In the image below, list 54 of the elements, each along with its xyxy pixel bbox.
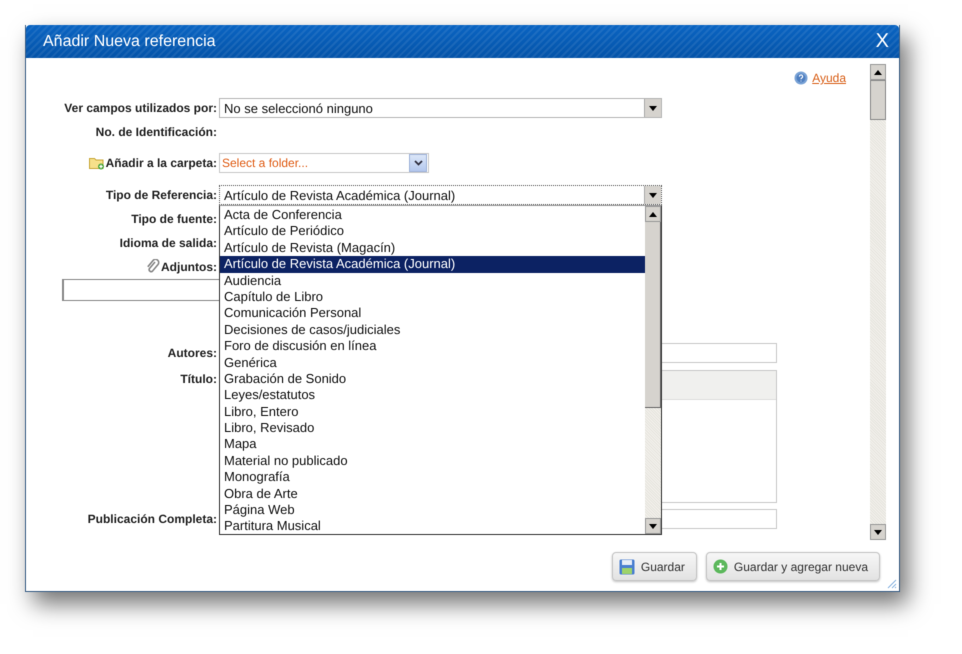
list-option[interactable]: Grabación de Sonido xyxy=(220,370,645,388)
help-link[interactable]: Ayuda xyxy=(812,71,846,85)
scroll-down-icon xyxy=(874,530,882,534)
list-option[interactable]: Artículo de Revista (Magacín) xyxy=(220,240,645,256)
list-option[interactable]: Audiencia xyxy=(220,272,645,289)
list-option[interactable]: Foro de discusión en línea xyxy=(220,338,645,355)
list-option[interactable]: Libro, Revisado xyxy=(220,420,645,436)
save-and-add-button[interactable]: Guardar y agregar nueva xyxy=(706,552,880,581)
field-label: Autores: xyxy=(168,346,217,360)
dialog-scrollbar[interactable] xyxy=(870,64,886,540)
list-option[interactable]: Obra de Arte xyxy=(220,486,645,502)
field-label: Título: xyxy=(180,372,217,386)
dropdown-select[interactable]: No se seleccionó ninguno xyxy=(219,98,662,118)
list-option[interactable]: Mapa xyxy=(220,436,645,453)
folder-add-icon xyxy=(88,156,105,170)
close-button[interactable]: X xyxy=(874,30,891,53)
list-option[interactable]: Acta de Conferencia xyxy=(220,207,645,224)
scroll-up-icon xyxy=(874,70,882,74)
list-option[interactable]: Monografía xyxy=(220,469,645,486)
dropdown-arrow-icon xyxy=(649,106,657,110)
list-option[interactable]: Decisiones de casos/judiciales xyxy=(220,322,645,338)
list-option[interactable]: Material no publicado xyxy=(220,452,645,470)
field-label: Tipo de Referencia: xyxy=(106,188,217,202)
field-label: Adjuntos: xyxy=(161,260,217,274)
paperclip-icon xyxy=(146,259,160,275)
field-label: No. de Identificación: xyxy=(96,125,217,139)
scroll-thumb[interactable] xyxy=(645,222,661,408)
scroll-up-icon xyxy=(649,212,657,216)
list-option[interactable]: Leyes/estatutos xyxy=(220,387,645,404)
list-option[interactable]: Partitura Musical xyxy=(220,518,645,535)
list-option[interactable]: Genérica xyxy=(220,354,645,371)
resize-grip-icon xyxy=(885,577,897,589)
dialog-title: Añadir Nueva referencia xyxy=(43,32,216,50)
field-label: Ver campos utilizados por: xyxy=(64,101,217,115)
field-label: Idioma de salida: xyxy=(120,236,217,250)
list-option[interactable]: Artículo de Revista Académica (Journal) xyxy=(220,256,645,273)
list-option[interactable]: Página Web xyxy=(220,502,645,518)
list-option[interactable]: Capítulo de Libro xyxy=(220,288,645,306)
field-label: Tipo de fuente: xyxy=(131,212,217,226)
list-scrollbar[interactable] xyxy=(645,206,661,534)
list-option[interactable]: Artículo de Periódico xyxy=(220,223,645,240)
plus-circle-icon xyxy=(712,559,728,574)
dropdown-select[interactable]: Artículo de Revista Académica (Journal) xyxy=(219,185,662,205)
chevron-down-icon xyxy=(414,160,422,166)
scroll-down-icon xyxy=(649,524,657,528)
folder-select[interactable]: Select a folder... xyxy=(219,153,429,173)
field-label: Añadir a la carpeta: xyxy=(106,156,217,170)
save-button[interactable]: Guardar xyxy=(612,552,697,581)
field-label: Publicación Completa: xyxy=(88,512,217,526)
dropdown-arrow-icon xyxy=(649,192,657,198)
list-option[interactable]: Comunicación Personal xyxy=(220,305,645,322)
list-option[interactable]: Libro, Entero xyxy=(220,404,645,420)
scroll-thumb[interactable] xyxy=(870,80,886,120)
help-icon xyxy=(794,71,808,85)
